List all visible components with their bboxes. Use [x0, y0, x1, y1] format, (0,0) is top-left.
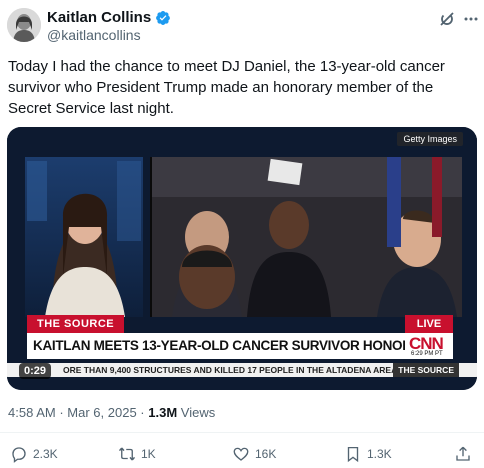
grok-icon[interactable] [438, 10, 456, 28]
verified-badge-icon [155, 10, 171, 26]
display-name[interactable]: Kaitlan Collins [47, 9, 151, 26]
meta-separator: · [140, 405, 145, 420]
divider [0, 432, 484, 433]
retweet-button[interactable]: 1K [118, 445, 156, 463]
post-time[interactable]: 4:58 AM [8, 405, 56, 420]
views-label: Views [180, 405, 216, 420]
video-player[interactable]: Getty Images THE SOURCE LIVE KAITLAN MEE… [7, 127, 477, 390]
like-button[interactable]: 16K [232, 445, 276, 463]
chyron-headline: KAITLAN MEETS 13-YEAR-OLD CANCER SURVIVO… [27, 333, 405, 359]
views-count[interactable]: 1.3M [148, 405, 177, 420]
author-handle[interactable]: @kaitlancollins [47, 27, 141, 43]
network-logo-box: CNN 6:29 PM PT [405, 333, 453, 359]
bookmark-icon [347, 446, 359, 463]
meta-separator: · [59, 405, 64, 420]
bookmark-button[interactable]: 1.3K [344, 445, 392, 463]
like-count: 16K [255, 447, 277, 461]
author-name-row: Kaitlan Collins [47, 9, 171, 26]
retweet-icon [118, 447, 136, 461]
avatar[interactable] [7, 8, 41, 42]
live-badge: LIVE [405, 315, 453, 333]
video-duration: 0:29 [19, 363, 52, 379]
broadcast-time: 6:29 PM PT [411, 351, 443, 357]
retweet-count: 1K [141, 447, 156, 461]
share-button[interactable] [454, 445, 477, 463]
ticker-source-label: THE SOURCE [393, 363, 459, 377]
reply-icon [12, 447, 26, 463]
bookmark-count: 1.3K [367, 447, 392, 461]
more-icon[interactable] [463, 11, 479, 27]
getty-watermark: Getty Images [397, 132, 463, 146]
share-icon [456, 446, 470, 461]
show-label: THE SOURCE [27, 315, 125, 333]
reply-button[interactable]: 2.3K [10, 445, 58, 463]
reply-count: 2.3K [33, 447, 58, 461]
tweet-text: Today I had the chance to meet DJ Daniel… [8, 58, 445, 117]
tweet-card: Kaitlan Collins @kaitlancollins Today I … [0, 0, 484, 468]
post-date[interactable]: Mar 6, 2025 [67, 405, 136, 420]
tweet-meta: 4:58 AM · Mar 6, 2025 · 1.3M Views [8, 405, 215, 420]
heart-icon [233, 447, 249, 461]
